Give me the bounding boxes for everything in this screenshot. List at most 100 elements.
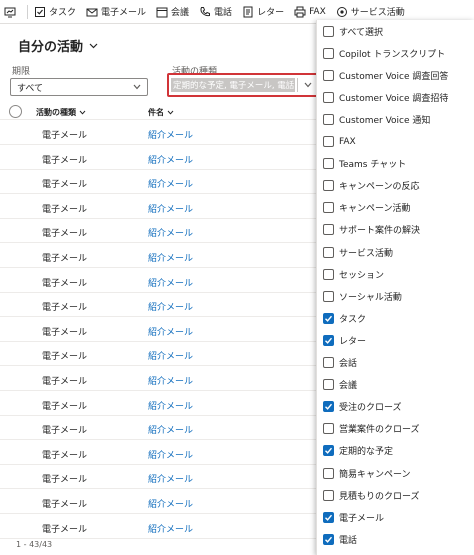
dropdown-option[interactable]: 会話: [317, 352, 474, 374]
select-all-radio[interactable]: [9, 105, 22, 118]
subject-link[interactable]: 紹介メール: [148, 300, 193, 313]
checkbox[interactable]: [323, 467, 334, 479]
table-row[interactable]: 電子メール 紹介メール: [0, 146, 316, 170]
record-count: 1 - 43/43: [16, 540, 53, 549]
dropdown-option[interactable]: キャンペーンの反応: [317, 175, 474, 197]
dropdown-option[interactable]: セッション: [317, 263, 474, 285]
activity-type-dropdown: すべて選択 Copilot トランスクリプト Customer Voice 調査回答…: [316, 20, 474, 555]
dropdown-option[interactable]: ソーシャル活動: [317, 285, 474, 307]
activity-type-cell: 電子メール: [42, 500, 88, 510]
table-row[interactable]: 電子メール 紹介メール: [0, 293, 316, 318]
dropdown-option[interactable]: 会議: [317, 374, 474, 396]
table-row[interactable]: 電子メール 紹介メール: [0, 342, 316, 367]
subject-link[interactable]: 紹介メール: [148, 153, 193, 166]
table-row[interactable]: 電子メール 紹介メール: [0, 219, 316, 244]
checkbox-checked[interactable]: [323, 312, 334, 324]
subject-link[interactable]: 紹介メール: [148, 128, 193, 141]
dropdown-option[interactable]: FAX: [317, 131, 474, 153]
checkbox[interactable]: [323, 357, 334, 368]
dropdown-option[interactable]: 受注のクローズ: [317, 396, 474, 418]
activity-type-select[interactable]: 定期的な予定, 電子メール, 電話: [167, 73, 319, 97]
dropdown-option[interactable]: すべて選択: [317, 20, 474, 42]
dropdown-option[interactable]: 見積もりのクローズ: [317, 484, 474, 506]
table-row[interactable]: 電子メール 紹介メール: [0, 465, 316, 490]
dropdown-option[interactable]: キャンペーン活動: [317, 197, 474, 219]
period-select[interactable]: すべて: [10, 78, 148, 96]
toolbar-phone-button[interactable]: 電話: [195, 0, 238, 24]
checkbox[interactable]: [323, 268, 334, 280]
checkbox-checked[interactable]: [323, 334, 334, 346]
dropdown-option[interactable]: サポート案件の解決: [317, 219, 474, 241]
checkbox[interactable]: [323, 489, 334, 501]
checkbox[interactable]: [323, 379, 334, 391]
subject-link[interactable]: 紹介メール: [148, 202, 193, 215]
table-row[interactable]: 電子メール 紹介メール: [0, 515, 316, 539]
subject-link[interactable]: 紹介メール: [148, 349, 193, 362]
checkbox-checked[interactable]: [323, 445, 334, 457]
subject-link[interactable]: 紹介メール: [148, 448, 193, 461]
toolbar-task-button[interactable]: タスク: [30, 0, 82, 24]
toolbar-meeting-label: 会議: [171, 8, 190, 18]
subject-link[interactable]: 紹介メール: [148, 177, 193, 190]
checkbox[interactable]: [323, 180, 334, 192]
checkbox[interactable]: [323, 91, 334, 103]
checkbox[interactable]: [323, 423, 334, 435]
table-row[interactable]: 電子メール 紹介メール: [0, 392, 316, 416]
subject-link[interactable]: 紹介メール: [148, 226, 193, 239]
table-row[interactable]: 電子メール 紹介メール: [0, 244, 316, 268]
activity-type-cell: 電子メール: [42, 303, 88, 314]
table-row[interactable]: 電子メール 紹介メール: [0, 170, 316, 195]
dropdown-option[interactable]: 定期的な予定: [317, 440, 474, 462]
checkbox[interactable]: [323, 158, 334, 170]
table-row[interactable]: 電子メール 紹介メール: [0, 195, 316, 219]
checkbox[interactable]: [323, 113, 334, 125]
checkbox[interactable]: [323, 290, 334, 302]
dropdown-option[interactable]: レター: [317, 329, 474, 351]
toolbar-meeting-button[interactable]: 会議: [152, 0, 195, 24]
subject-link[interactable]: 紹介メール: [148, 276, 193, 289]
dropdown-option[interactable]: Copilot トランスクリプト: [317, 42, 474, 64]
table-row[interactable]: 電子メール 紹介メール: [0, 318, 316, 342]
toolbar-chart-button[interactable]: [0, 0, 25, 24]
dropdown-option[interactable]: 営業案件のクローズ: [317, 418, 474, 440]
subject-link[interactable]: 紹介メール: [148, 497, 193, 510]
checkbox[interactable]: [323, 69, 334, 81]
dropdown-option[interactable]: Customer Voice 調査招待: [317, 86, 474, 108]
subject-link[interactable]: 紹介メール: [148, 399, 193, 412]
checkbox[interactable]: [323, 136, 334, 147]
subject-link[interactable]: 紹介メール: [148, 374, 193, 387]
dropdown-option[interactable]: Teams チャット: [317, 153, 474, 175]
dropdown-option[interactable]: 電話: [317, 528, 474, 550]
activity-type-dropdown-toggle[interactable]: [297, 78, 317, 92]
dropdown-option[interactable]: サービス活動: [317, 241, 474, 263]
dropdown-option[interactable]: 簡易キャンペーン: [317, 462, 474, 484]
checkbox[interactable]: [323, 224, 334, 236]
column-header-subject[interactable]: 件名: [148, 107, 174, 118]
table-row[interactable]: 電子メール 紹介メール: [0, 490, 316, 514]
subject-link[interactable]: 紹介メール: [148, 251, 193, 264]
checkbox-checked[interactable]: [323, 533, 334, 545]
table-row[interactable]: 電子メール 紹介メール: [0, 441, 316, 465]
dropdown-option[interactable]: 電子メール: [317, 506, 474, 528]
toolbar-email-button[interactable]: 電子メール: [82, 0, 152, 24]
checkbox-checked[interactable]: [323, 511, 334, 523]
table-row[interactable]: 電子メール 紹介メール: [0, 416, 316, 441]
table-row[interactable]: 電子メール 紹介メール: [0, 269, 316, 293]
checkbox[interactable]: [323, 25, 334, 37]
subject-link[interactable]: 紹介メール: [148, 423, 193, 436]
table-row[interactable]: 電子メール 紹介メール: [0, 121, 316, 145]
subject-link[interactable]: 紹介メール: [148, 472, 193, 485]
page-title[interactable]: 自分の活動: [18, 36, 98, 55]
toolbar-letter-button[interactable]: レター: [238, 0, 290, 24]
dropdown-option[interactable]: Customer Voice 調査回答: [317, 64, 474, 86]
checkbox-checked[interactable]: [323, 401, 334, 413]
subject-link[interactable]: 紹介メール: [148, 522, 193, 535]
subject-link[interactable]: 紹介メール: [148, 325, 193, 338]
dropdown-option[interactable]: タスク: [317, 307, 474, 329]
table-row[interactable]: 電子メール 紹介メール: [0, 367, 316, 391]
checkbox[interactable]: [323, 202, 334, 214]
column-header-activity-type[interactable]: 活動の種類: [36, 107, 86, 118]
checkbox[interactable]: [323, 246, 334, 258]
checkbox[interactable]: [323, 47, 334, 59]
dropdown-option[interactable]: Customer Voice 通知: [317, 108, 474, 130]
